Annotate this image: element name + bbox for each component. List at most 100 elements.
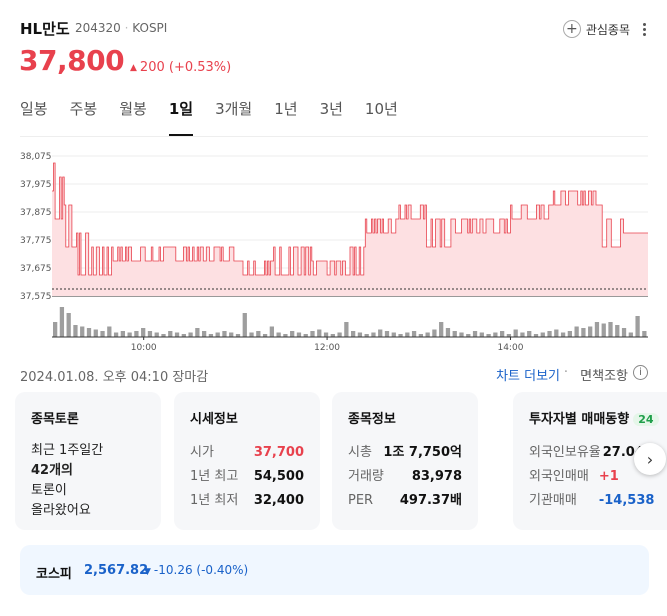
volume-bar	[601, 323, 606, 337]
volume-bar	[452, 331, 457, 337]
stock-info-card[interactable]: 종목정보 시총 1조 7,750억 거래량 83,978 PER 497.37배	[332, 392, 478, 530]
volume-bar	[574, 326, 579, 337]
y-tick-label: 37,775	[20, 236, 52, 246]
foreign-trade-value: +1	[598, 469, 619, 484]
volume-bar	[296, 332, 302, 337]
period-tabs: 일봉 주봉 월봉 1일 3개월 1년 3년 10년	[20, 98, 420, 136]
index-value: 2,567.82	[84, 563, 149, 578]
investor-trend-title: 투자자별 매매동향 24	[529, 408, 667, 427]
volume-bar	[588, 326, 593, 337]
market-close-timestamp: 2024.01.08. 오후 04:10 장마감	[20, 370, 209, 385]
volume-bar	[276, 332, 281, 337]
tab-0[interactable]: 일봉	[20, 98, 70, 136]
volume-bar	[147, 331, 153, 337]
volume-bar	[100, 331, 105, 337]
year-high-label: 1년 최고	[190, 469, 239, 484]
info-icon[interactable]: i	[633, 365, 648, 380]
volume-bar	[222, 331, 227, 337]
volume-bar	[560, 332, 566, 337]
volume-bar	[520, 332, 525, 337]
stock-code: 204320	[75, 21, 121, 35]
market-cap-value: 1조 7,750억	[383, 445, 462, 460]
volume-bar	[500, 331, 505, 337]
volume-bar	[80, 326, 85, 337]
info-cards-carousel: 종목토론 최근 1주일간 42개의 토론이 올라왔어요 시세정보 시가 37,70…	[15, 392, 667, 530]
x-tick-label: 14:00	[497, 343, 523, 353]
tab-3[interactable]: 1일	[168, 98, 215, 136]
volume-bar	[615, 325, 620, 337]
volume-label: 거래량	[348, 469, 384, 484]
volume-bar	[472, 331, 478, 337]
investor-trend-badge: 24	[633, 413, 659, 426]
year-low-value: 32,400	[253, 493, 304, 508]
market-cap-label: 시총	[348, 445, 372, 460]
volume-bar	[202, 331, 207, 337]
index-change: ▼ -10.26 (-0.40%)	[144, 563, 248, 577]
intraday-price-chart[interactable]: 38,075 37,975 37,875 37,775 37,675 37,575 10:0…	[0, 140, 667, 360]
per-row: PER 497.37배	[348, 489, 462, 513]
volume-bar	[249, 332, 254, 337]
year-high-row: 1년 최고 54,500	[190, 465, 304, 489]
separator-dot: ·	[563, 365, 568, 380]
volume-bar	[120, 331, 125, 337]
volume-bar	[445, 328, 451, 337]
watchlist-button[interactable]: + 관심종목	[562, 18, 630, 40]
forum-count: 42개의	[31, 463, 74, 478]
current-price: 37,800	[19, 44, 125, 77]
volume-bar	[635, 316, 640, 337]
institution-trade-row: 기관매매 -14,538	[529, 489, 667, 513]
plus-icon: +	[562, 20, 581, 38]
volume-bar	[93, 329, 98, 337]
y-tick-label: 37,575	[20, 292, 52, 302]
volume-bar	[405, 332, 410, 337]
volume-value: 83,978	[411, 469, 462, 484]
volume-bar	[513, 329, 518, 337]
volume-bar	[411, 331, 417, 337]
market-info-title: 시세정보	[190, 412, 238, 427]
disclaimer-link[interactable]: 면책조항	[580, 365, 628, 384]
tab-5[interactable]: 1년	[274, 98, 319, 136]
open-price-row: 시가 37,700	[190, 441, 304, 465]
volume-bar	[493, 332, 498, 337]
more-options-icon[interactable]	[638, 19, 650, 39]
volume-row: 거래량 83,978	[348, 465, 462, 489]
foreign-trade-label: 외국인매매	[529, 469, 589, 484]
volume-bar	[107, 326, 112, 337]
volume-bar	[432, 329, 437, 337]
tab-4[interactable]: 3개월	[215, 98, 274, 136]
tab-1[interactable]: 주봉	[70, 98, 120, 136]
watchlist-label: 관심종목	[585, 22, 630, 37]
chart-more-link[interactable]: 차트 더보기	[496, 365, 560, 384]
kospi-index-bar[interactable]: 코스피 2,567.82 ▼ -10.26 (-0.40%)	[20, 545, 649, 595]
volume-bar	[269, 326, 274, 337]
year-low-row: 1년 최저 32,400	[190, 489, 304, 513]
volume-bar	[154, 332, 159, 337]
tab-6[interactable]: 3년	[320, 98, 365, 136]
tab-7[interactable]: 10년	[365, 98, 420, 136]
volume-bar	[459, 332, 464, 337]
carousel-next-button[interactable]: ›	[634, 443, 666, 475]
volume-bar	[134, 331, 139, 337]
forum-line4: 올라왔어요	[31, 503, 91, 518]
x-tick-label: 12:00	[314, 343, 340, 353]
volume-bar	[86, 328, 92, 337]
year-high-value: 54,500	[253, 469, 304, 484]
volume-bar	[127, 332, 132, 337]
forum-card-title: 종목토론	[31, 412, 79, 427]
volume-bar	[141, 328, 146, 337]
volume-bar	[351, 331, 356, 337]
volume-bar	[344, 322, 349, 337]
forum-line3: 토론이	[31, 483, 67, 498]
stock-header: HL만도 204320 · KOSPI + 관심종목	[20, 18, 650, 42]
x-tick-label: 10:00	[131, 343, 157, 353]
volume-bar	[59, 307, 65, 337]
volume-bar	[66, 313, 71, 337]
market-info-card[interactable]: 시세정보 시가 37,700 1년 최고 54,500 1년 최저 32,400	[174, 392, 320, 530]
market-name: KOSPI	[132, 21, 168, 35]
forum-card[interactable]: 종목토론 최근 1주일간 42개의 토론이 올라왔어요	[15, 392, 161, 530]
open-value: 37,700	[253, 445, 304, 460]
volume-bar	[378, 329, 383, 337]
stock-name: HL만도	[20, 20, 70, 38]
volume-bar	[391, 332, 396, 337]
tab-2[interactable]: 월봉	[119, 98, 169, 136]
